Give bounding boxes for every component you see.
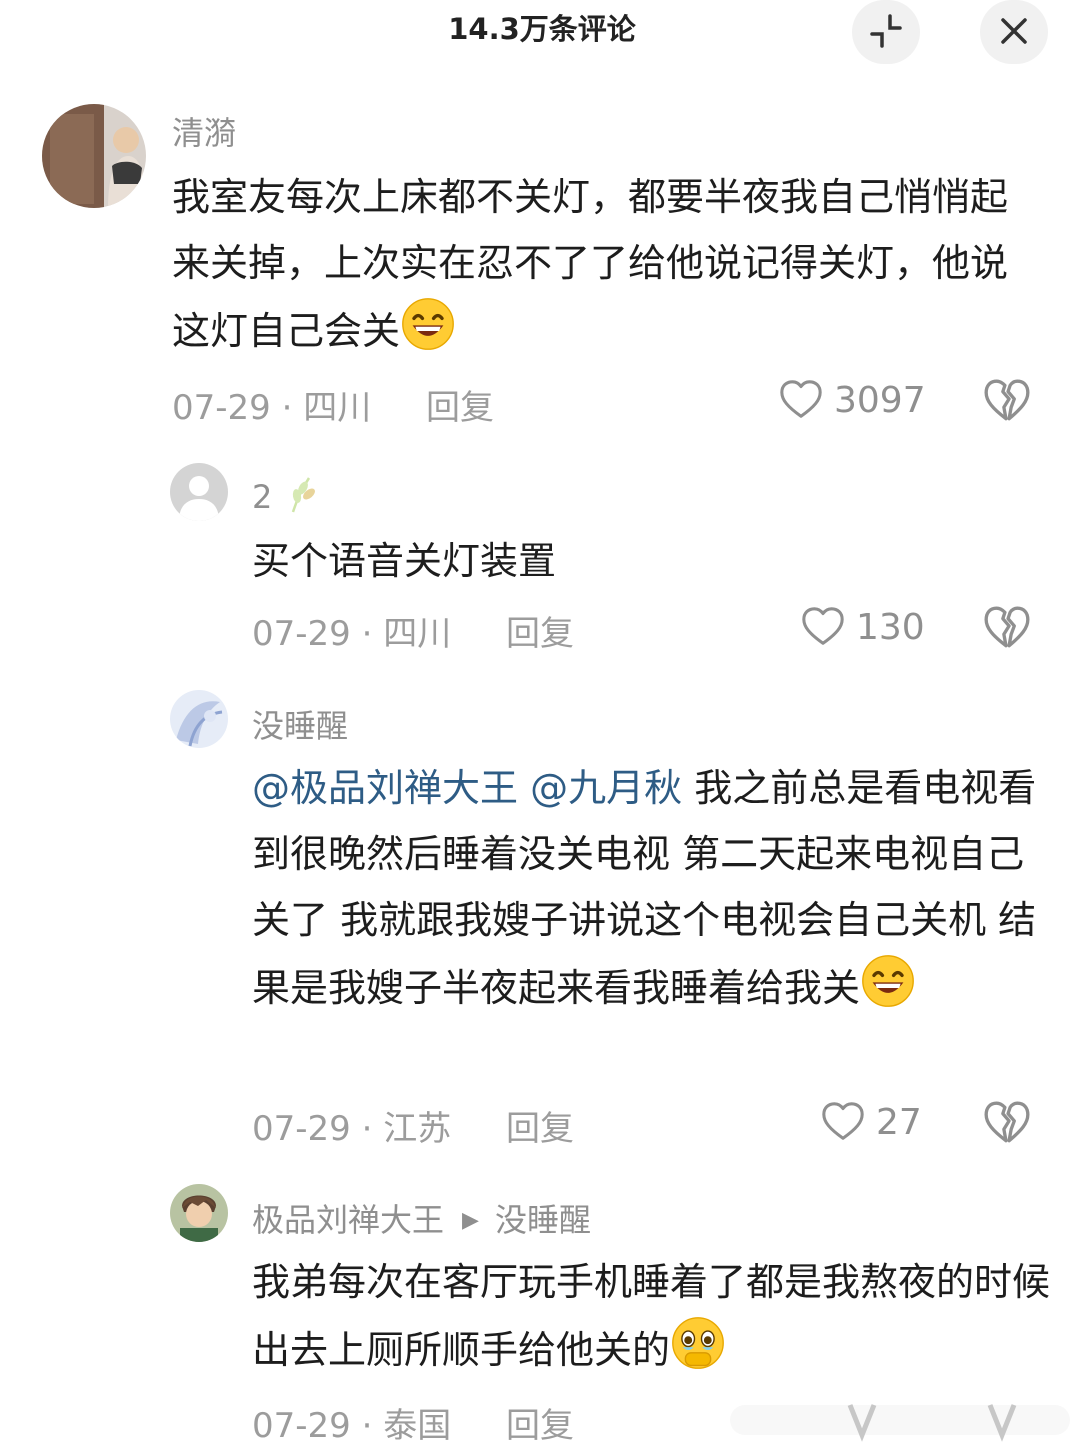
- grinning-face-emoji: [400, 296, 456, 352]
- comment-meta: 07-29 · 江苏 回复: [252, 1101, 574, 1150]
- mention-link[interactable]: @极品刘禅大王: [252, 766, 518, 810]
- username[interactable]: 没睡醒: [252, 701, 348, 747]
- heart-icon: [800, 604, 846, 650]
- grinning-face-emoji: [860, 953, 916, 1009]
- reply-to-username[interactable]: 没睡醒: [495, 1201, 591, 1239]
- comment-meta: 07-29 · 四川 回复: [172, 380, 494, 429]
- comment-date: 07-29: [172, 388, 271, 428]
- heart-icon: [820, 1099, 866, 1145]
- separator: ·: [281, 388, 293, 428]
- username[interactable]: 清漪: [172, 108, 236, 154]
- mention-link[interactable]: @九月秋: [530, 766, 682, 810]
- broken-heart-icon[interactable]: [982, 1098, 1032, 1148]
- comment-location: 四川: [303, 388, 372, 428]
- like-button[interactable]: 27: [820, 1097, 922, 1147]
- comment-count-title: 14.3万条评论: [448, 12, 636, 46]
- username-row: 2: [252, 474, 319, 516]
- comment-text: 我室友每次上床都不关灯，都要半夜我自己悄悄起来关掉，上次实在忍不了了给他说记得关…: [172, 164, 1042, 364]
- comment-text: @极品刘禅大王 @九月秋 我之前总是看电视看到很晚然后睡着没关电视 第二天起来电…: [252, 755, 1052, 1021]
- reply-button[interactable]: 回复: [506, 1406, 574, 1445]
- wheat-badge-icon: [291, 477, 315, 513]
- reply-button[interactable]: 回复: [506, 1109, 574, 1149]
- comment-meta: 07-29 · 泰国 回复: [252, 1398, 574, 1445]
- broken-heart-icon[interactable]: [982, 603, 1032, 653]
- broken-heart-icon[interactable]: [982, 376, 1032, 426]
- like-count: 130: [856, 606, 925, 648]
- holding-back-tears-emoji: [672, 1317, 724, 1369]
- comment-location: 江苏: [383, 1109, 452, 1149]
- avatar[interactable]: [170, 1184, 228, 1242]
- reply-button[interactable]: 回复: [506, 614, 574, 654]
- avatar[interactable]: [170, 690, 228, 748]
- watermark-logo: [730, 1404, 1070, 1442]
- comment-date: 07-29: [252, 1406, 351, 1445]
- separator: ·: [361, 1109, 373, 1149]
- like-button[interactable]: 3097: [778, 375, 926, 425]
- avatar[interactable]: [42, 104, 146, 208]
- comment-location: 四川: [383, 614, 452, 654]
- comment-text: 我弟每次在客厅玩手机睡着了都是我熬夜的时候出去上厕所顺手给他关的: [252, 1249, 1052, 1383]
- comment-location: 泰国: [383, 1406, 452, 1445]
- like-button[interactable]: 130: [800, 602, 925, 652]
- heart-icon: [778, 377, 824, 423]
- like-count: 3097: [834, 379, 926, 421]
- username[interactable]: 极品刘禅大王: [252, 1201, 444, 1239]
- collapse-button[interactable]: [852, 0, 920, 64]
- username-row: 极品刘禅大王 ▶ 没睡醒: [252, 1195, 591, 1241]
- reply-button[interactable]: 回复: [426, 388, 494, 428]
- collapse-icon: [870, 14, 902, 48]
- comment-meta: 07-29 · 四川 回复: [252, 606, 574, 655]
- comment-body: 我弟每次在客厅玩手机睡着了都是我熬夜的时候出去上厕所顺手给他关的: [252, 1260, 1051, 1372]
- separator: ·: [361, 1406, 373, 1445]
- comment-date: 07-29: [252, 1109, 351, 1149]
- comment-body: 我室友每次上床都不关灯，都要半夜我自己悄悄起来关掉，上次实在忍不了了给他说记得关…: [172, 175, 1009, 353]
- comment-text: 买个语音关灯装置: [252, 539, 557, 583]
- avatar[interactable]: [170, 463, 228, 521]
- comments-header: 14.3万条评论: [0, 0, 1084, 64]
- close-icon: [1001, 18, 1027, 44]
- close-button[interactable]: [980, 0, 1048, 64]
- separator: ·: [361, 614, 373, 654]
- username[interactable]: 2: [252, 478, 272, 516]
- comment-date: 07-29: [252, 614, 351, 654]
- reply-arrow-icon: ▶: [462, 1208, 479, 1233]
- like-count: 27: [876, 1101, 922, 1143]
